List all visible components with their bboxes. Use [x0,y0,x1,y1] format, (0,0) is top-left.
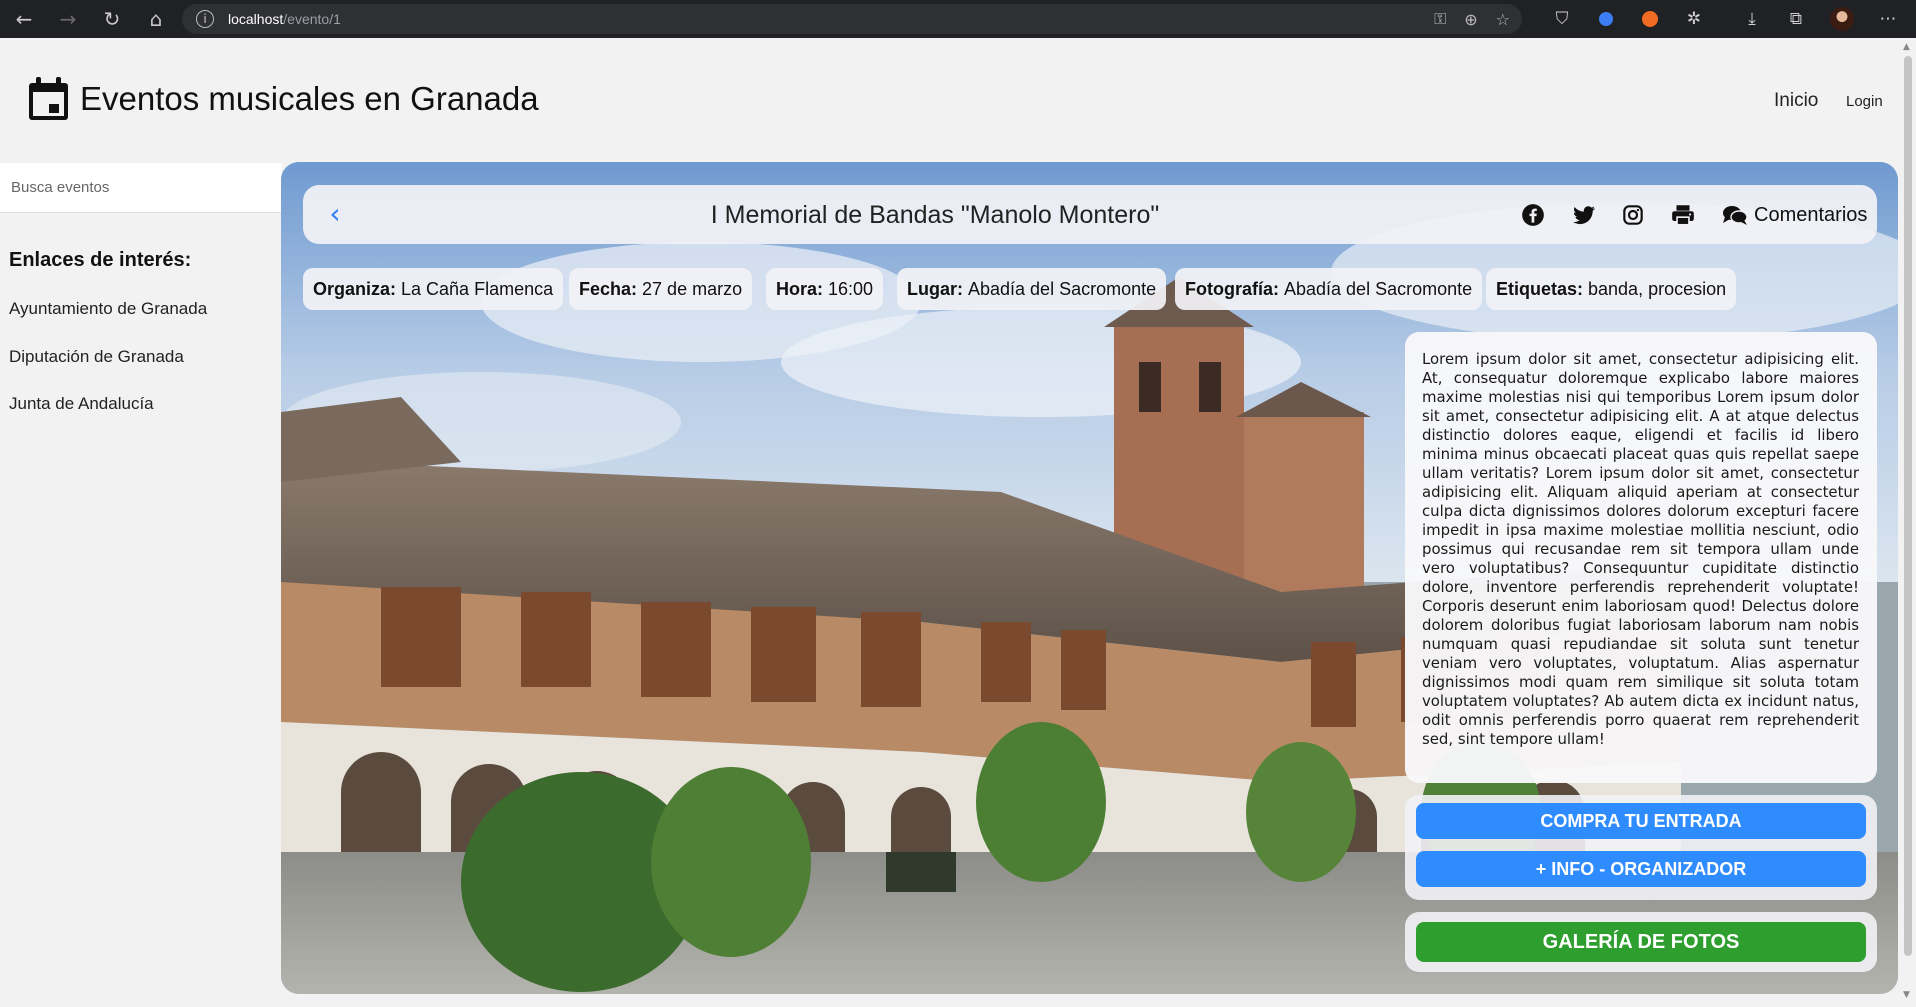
chip-label: Fotografía: [1185,278,1279,299]
comments-icon [1723,206,1748,225]
search-input[interactable] [0,163,282,213]
site-title: Eventos musicales en Granada [80,80,539,117]
nav-login[interactable]: Login [1846,93,1883,110]
link-ayuntamiento[interactable]: Ayuntamiento de Granada [9,299,207,319]
key-icon[interactable]: ⚿ [1434,9,1446,29]
address-bar[interactable]: i localhost/evento/1 ⚿ ⊕ ☆ [182,4,1522,34]
page-scrollbar[interactable]: ▲ ▼ [1900,38,1916,1007]
chevron-left-icon[interactable]: ‹ [320,197,350,230]
profile-avatar[interactable] [1824,0,1860,38]
chip-value: 27 de marzo [642,278,743,299]
chip-value: Abadía del Sacromonte [1284,278,1473,299]
chip-etiquetas: Etiquetas: banda, procesion [1486,268,1737,310]
scroll-thumb[interactable] [1904,56,1912,956]
buy-ticket-button[interactable]: COMPRA TU ENTRADA [1416,803,1866,839]
back-arrow-icon[interactable]: ← [2,0,46,38]
comments-label: Comentarios [1754,203,1868,226]
twitter-icon[interactable] [1571,202,1597,228]
print-icon[interactable] [1670,202,1696,228]
chip-label: Organiza: [313,278,397,299]
collections-icon[interactable]: ⧉ [1778,0,1814,38]
description-card: Lorem ipsum dolor sit amet, consectetur … [1405,332,1877,783]
gear-extension-icon[interactable]: ✲ [1676,0,1712,38]
photo-gallery-button[interactable]: GALERÍA DE FOTOS [1416,922,1866,962]
site-info-icon[interactable]: i [196,10,214,28]
chip-hora: Hora: 16:00 [766,268,884,310]
scroll-down-icon[interactable]: ▼ [1903,990,1910,1000]
chip-lugar: Lugar: Abadía del Sacromonte [897,268,1167,310]
actions-card: COMPRA TU ENTRADA + INFO - ORGANIZADOR [1405,795,1877,900]
brave-extension-icon[interactable] [1632,0,1668,38]
nav-inicio[interactable]: Inicio [1774,90,1818,112]
event-title: I Memorial de Bandas "Manolo Montero" [710,201,1160,229]
home-icon[interactable]: ⌂ [134,0,178,38]
facebook-icon[interactable] [1520,202,1546,228]
chip-fotografia: Fotografía: Abadía del Sacromonte [1175,268,1483,310]
browser-toolbar: ← → ↻ ⌂ i localhost/evento/1 ⚿ ⊕ ☆ ⛉ ✲ ⤓… [0,0,1916,38]
chip-value: Abadía del Sacromonte [968,278,1157,299]
chip-label: Hora: [776,278,824,299]
chip-label: Lugar: [907,278,963,299]
shield-extension-icon[interactable]: ⛉ [1544,0,1580,38]
link-diputacion[interactable]: Diputación de Granada [9,347,184,367]
comments-button[interactable]: Comentarios [1722,202,1867,228]
chip-fecha: Fecha: 27 de marzo [569,268,753,310]
calendar-icon [29,77,68,120]
link-junta[interactable]: Junta de Andalucía [9,394,154,414]
gallery-card: GALERÍA DE FOTOS [1405,912,1877,972]
chip-label: Fecha: [579,278,638,299]
url-host: localhost [228,11,284,27]
favorite-star-icon[interactable]: ☆ [1496,10,1510,29]
url-path: /evento/1 [283,11,341,27]
download-icon[interactable]: ⤓ [1734,0,1770,38]
menu-dots-icon[interactable]: ⋯ [1870,0,1906,38]
reload-icon[interactable]: ↻ [90,0,134,38]
chip-value: banda, procesion [1588,278,1727,299]
scroll-up-icon[interactable]: ▲ [1903,42,1910,52]
organizer-info-button[interactable]: + INFO - ORGANIZADOR [1416,851,1866,887]
forward-arrow-icon[interactable]: → [46,0,90,38]
blue-extension-icon[interactable] [1588,0,1624,38]
chip-label: Etiquetas: [1496,278,1584,299]
chip-organiza: Organiza: La Caña Flamenca [303,268,564,310]
chip-value: 16:00 [828,278,874,299]
zoom-icon[interactable]: ⊕ [1464,10,1477,29]
links-title: Enlaces de interés: [9,249,192,271]
instagram-icon[interactable] [1620,202,1646,228]
event-description: Lorem ipsum dolor sit amet, consectetur … [1422,350,1859,748]
chip-value: La Caña Flamenca [401,278,554,299]
